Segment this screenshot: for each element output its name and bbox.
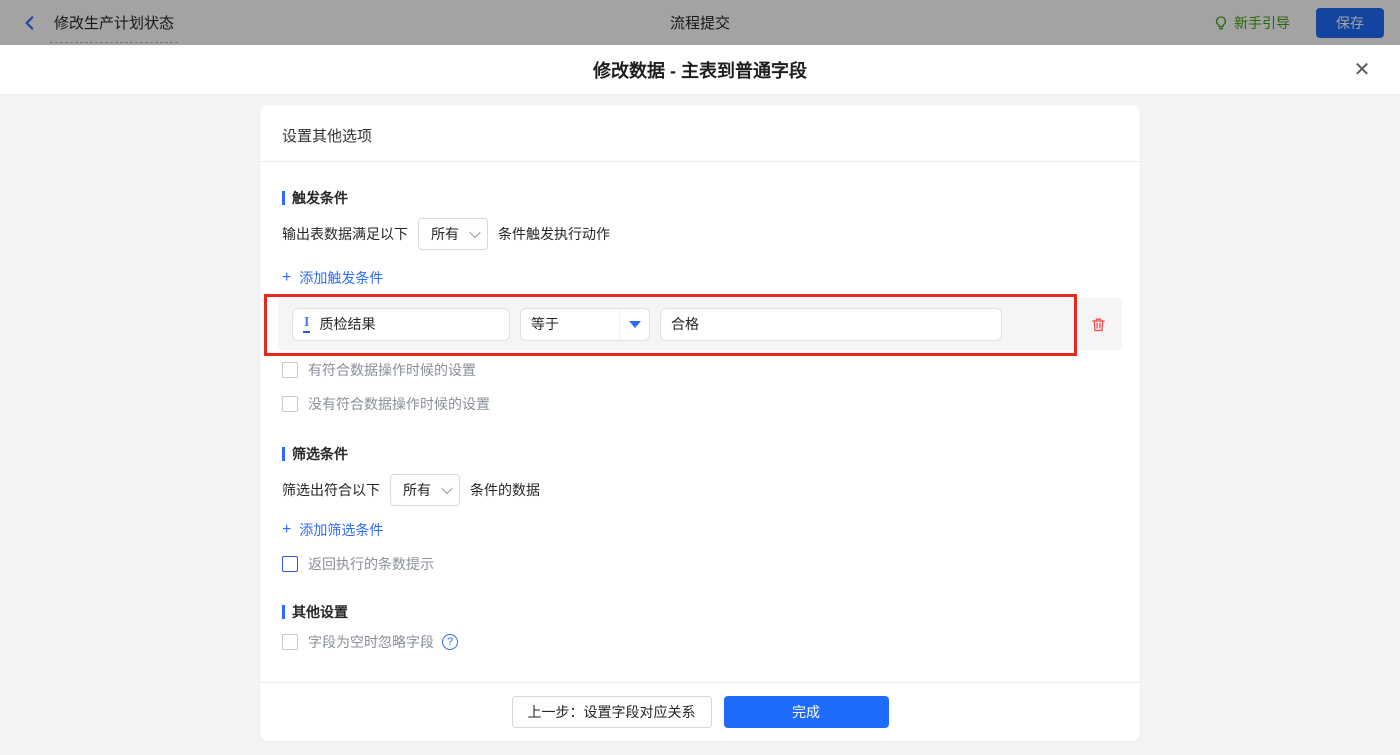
ignore-empty-row: 字段为空时忽略字段 ? [282, 632, 1118, 652]
plus-icon: + [282, 269, 292, 286]
condition-field-value: 质检结果 [319, 316, 376, 332]
chevron-down-icon [441, 482, 453, 495]
return-count-label: 返回执行的条数提示 [308, 556, 434, 572]
trash-icon [1090, 316, 1107, 333]
modal-title: 修改数据 - 主表到普通字段 [593, 60, 807, 81]
has-match-label: 有符合数据操作时候的设置 [308, 362, 476, 378]
filter-match-row: 筛选出符合以下 所有 条件的数据 [282, 474, 1118, 506]
beginner-guide-label: 新手引导 [1234, 14, 1290, 31]
lightbulb-icon [1213, 15, 1234, 31]
panel-footer: 上一步：设置字段对应关系 完成 [260, 682, 1140, 741]
done-button[interactable]: 完成 [723, 696, 889, 728]
condition-value-input[interactable]: 合格 [660, 307, 1002, 341]
condition-operator-select[interactable]: 等于 [520, 307, 650, 341]
trigger-row-prefix: 输出表数据满足以下 [282, 226, 408, 242]
chevron-left-icon [21, 14, 39, 32]
filter-match-select[interactable]: 所有 [390, 474, 460, 506]
filter-match-select-value: 所有 [403, 482, 431, 498]
no-match-checkbox[interactable] [282, 396, 298, 412]
ignore-empty-checkbox[interactable] [282, 634, 298, 650]
triangle-down-icon [619, 308, 649, 340]
return-count-row: 返回执行的条数提示 [282, 554, 1118, 574]
close-icon[interactable]: ✕ [1348, 56, 1376, 84]
modal-body: 设置其他选项 触发条件 输出表数据满足以下 所有 条件触发执行动作 + 添加触发… [0, 95, 1400, 755]
save-button[interactable]: 保存 [1316, 7, 1384, 38]
section-marker [282, 191, 285, 205]
return-count-checkbox[interactable] [282, 556, 298, 572]
trigger-match-select[interactable]: 所有 [418, 218, 488, 250]
section-marker [282, 447, 285, 461]
filter-section-title: 筛选条件 [282, 444, 1118, 464]
trigger-match-select-value: 所有 [431, 226, 459, 242]
flow-node-title[interactable]: 修改生产计划状态 [50, 2, 179, 43]
trigger-match-row: 输出表数据满足以下 所有 条件触发执行动作 [282, 218, 1118, 250]
filter-row-prefix: 筛选出符合以下 [282, 482, 380, 498]
add-trigger-condition-link[interactable]: + 添加触发条件 [282, 268, 383, 288]
ignore-empty-label: 字段为空时忽略字段 [308, 634, 434, 650]
condition-row: I 质检结果 等于 合格 [278, 298, 1122, 350]
no-match-label: 没有符合数据操作时候的设置 [308, 396, 490, 412]
trigger-row-suffix: 条件触发执行动作 [498, 226, 610, 242]
panel-header: 设置其他选项 [260, 105, 1140, 162]
previous-step-button[interactable]: 上一步：设置字段对应关系 [511, 696, 712, 728]
condition-compare-value: 合格 [671, 316, 699, 332]
options-panel: 设置其他选项 触发条件 输出表数据满足以下 所有 条件触发执行动作 + 添加触发… [260, 105, 1140, 741]
beginner-guide-link[interactable]: 新手引导 [1213, 13, 1290, 33]
question-circle-icon[interactable]: ? [442, 634, 458, 650]
text-type-icon: I [303, 315, 311, 333]
filter-row-suffix: 条件的数据 [470, 482, 540, 498]
plus-icon: + [282, 521, 292, 538]
add-trigger-condition-label: 添加触发条件 [299, 270, 384, 286]
modal-mask [0, 0, 1400, 45]
other-section-title: 其他设置 [282, 602, 1118, 622]
has-match-setting-row: 有符合数据操作时候的设置 [282, 360, 1118, 380]
add-filter-condition-label: 添加筛选条件 [299, 522, 384, 538]
condition-operator-value: 等于 [531, 316, 559, 332]
back-button[interactable] [16, 9, 44, 37]
panel-content: 触发条件 输出表数据满足以下 所有 条件触发执行动作 + 添加触发条件 I 质检… [260, 162, 1140, 682]
has-match-checkbox[interactable] [282, 362, 298, 378]
flow-name-title: 流程提交 [669, 15, 730, 32]
modal-header: 修改数据 - 主表到普通字段 ✕ [0, 45, 1400, 95]
trigger-section-title: 触发条件 [282, 188, 1118, 208]
delete-condition-button[interactable] [1090, 316, 1107, 333]
chevron-down-icon [469, 226, 481, 239]
add-filter-condition-link[interactable]: + 添加筛选条件 [282, 520, 383, 540]
condition-field-input[interactable]: I 质检结果 [292, 307, 510, 341]
section-marker [282, 605, 285, 619]
topbar: 修改生产计划状态 流程提交 新手引导 保存 [0, 0, 1400, 45]
trigger-condition-block: I 质检结果 等于 合格 [264, 294, 1122, 356]
no-match-setting-row: 没有符合数据操作时候的设置 [282, 394, 1118, 414]
